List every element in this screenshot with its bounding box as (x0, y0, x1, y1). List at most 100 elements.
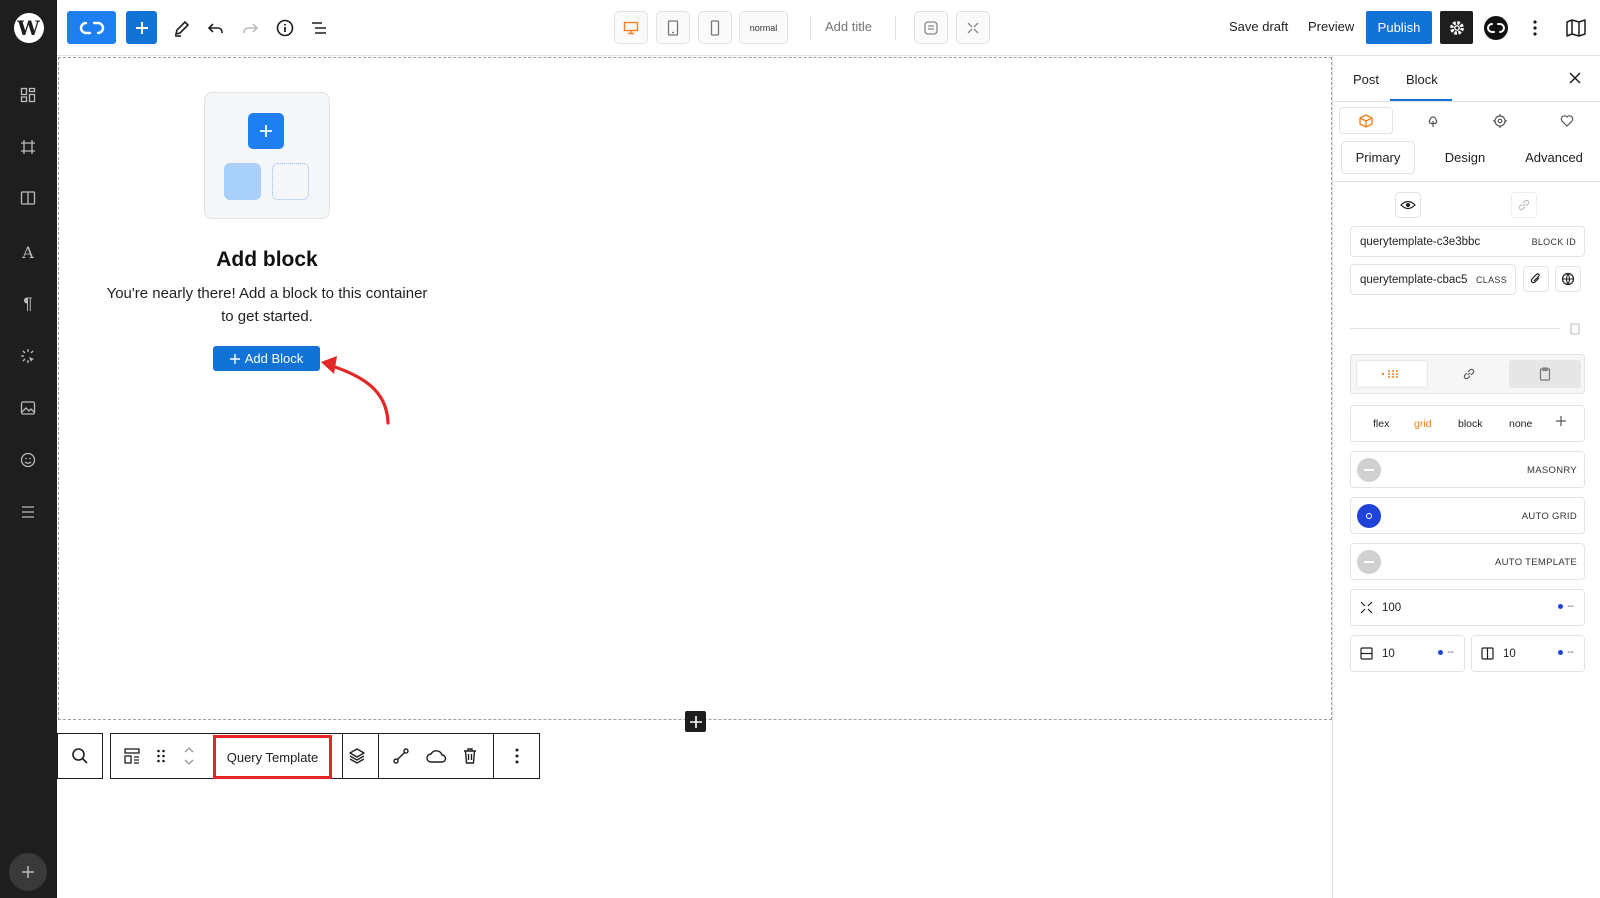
sidebar-item-menu[interactable] (17, 501, 39, 523)
sidebar-item-media[interactable] (17, 397, 39, 419)
row-gap-field[interactable]: 10 -- (1350, 635, 1465, 672)
device-mode-select[interactable]: normal (739, 11, 788, 44)
drag-handle[interactable] (149, 734, 173, 778)
brain-icon (1428, 115, 1438, 127)
redo-button[interactable] (238, 16, 262, 40)
target-icon (1493, 113, 1507, 128)
display-option-grid[interactable]: grid (1414, 418, 1432, 430)
preview-button[interactable]: Preview (1308, 19, 1354, 34)
save-draft-button[interactable]: Save draft (1229, 19, 1288, 34)
block-inserter-button[interactable] (126, 11, 157, 44)
unit-dot-icon (1438, 650, 1444, 655)
publish-button[interactable]: Publish (1366, 11, 1432, 44)
placeholder-description: You're nearly there! Add a block to this… (95, 282, 439, 328)
move-up-down-buttons[interactable] (177, 734, 201, 778)
typography-icon[interactable]: A (17, 241, 39, 263)
display-option-block[interactable]: block (1458, 418, 1483, 430)
unit-selector[interactable]: -- (1438, 647, 1454, 658)
collapse-icon (967, 22, 979, 33)
paragraph-icon[interactable]: ¶ (17, 293, 39, 315)
editor-screen: W normal Add title Save draft Preview Pu… (0, 0, 1600, 898)
block-id-tag: BLOCK ID (1527, 236, 1576, 247)
query-layout-icon (124, 748, 140, 764)
cloud-save-button[interactable] (422, 734, 450, 778)
sidebar-item-frame[interactable] (17, 136, 39, 158)
class-field[interactable]: querytemplate-cbac5 CLASS (1350, 264, 1516, 295)
global-class-button[interactable] (1555, 266, 1581, 292)
tablet-preview-button[interactable] (656, 11, 690, 44)
sidebar-item-interactions[interactable] (17, 345, 39, 367)
block-options-button[interactable] (503, 734, 531, 778)
close-panel-button[interactable] (1569, 68, 1581, 89)
desktop-preview-button[interactable] (614, 11, 648, 44)
tools-button[interactable] (170, 16, 194, 40)
details-button[interactable] (273, 16, 297, 40)
attach-class-button[interactable] (1523, 266, 1549, 292)
tab-interactions[interactable] (1473, 107, 1527, 134)
delete-block-button[interactable] (456, 734, 484, 778)
options-menu-button[interactable] (1523, 16, 1547, 40)
layout-mode-grid[interactable] (1356, 360, 1428, 388)
tab-block-settings[interactable] (1339, 107, 1393, 134)
link-toggle[interactable] (1511, 192, 1537, 218)
tab-advanced[interactable]: Advanced (1511, 141, 1597, 174)
tab-post[interactable]: Post (1353, 72, 1379, 87)
layout-option-masonry[interactable]: MASONRY (1350, 451, 1585, 488)
desktop-icon (623, 21, 639, 34)
append-block-button[interactable] (685, 711, 706, 732)
add-display-option-button[interactable] (1555, 415, 1567, 430)
template-button[interactable] (914, 11, 948, 44)
mobile-preview-button[interactable] (698, 11, 732, 44)
sidebar-item-emoji[interactable] (17, 449, 39, 471)
block-id-field[interactable]: querytemplate-c3e3bbc BLOCK ID (1350, 226, 1585, 257)
cloud-icon (426, 750, 447, 763)
display-option-flex[interactable]: flex (1373, 418, 1389, 430)
display-option-none[interactable]: none (1509, 418, 1532, 430)
tab-primary[interactable]: Primary (1341, 141, 1415, 174)
column-gap-field[interactable]: 10 -- (1471, 635, 1585, 672)
layout-mode-clipboard[interactable] (1509, 360, 1581, 388)
radio-off-icon (1357, 458, 1381, 482)
list-view-button[interactable] (307, 16, 331, 40)
layout-option-auto-template[interactable]: AUTO TEMPLATE (1350, 543, 1585, 580)
wordpress-logo-button[interactable]: W (0, 0, 57, 56)
layout-mode-link[interactable] (1433, 360, 1505, 388)
placeholder-desc-line: You're nearly there! Add a block to this… (106, 285, 428, 302)
unit-selector[interactable]: -- (1558, 647, 1574, 658)
tab-design[interactable]: Design (1425, 141, 1505, 174)
brand-menu-button[interactable] (67, 11, 116, 44)
template-icon (924, 20, 938, 35)
toolbar-separator (493, 734, 494, 778)
tab-block[interactable]: Block (1406, 72, 1438, 87)
plugin-menu-button[interactable] (1482, 14, 1510, 42)
map-button[interactable] (1563, 16, 1589, 40)
add-title-field[interactable]: Add title (825, 19, 872, 34)
sidebar-item-layout[interactable] (17, 84, 39, 106)
more-vertical-icon (1533, 20, 1537, 36)
filled-tile-icon (224, 163, 261, 200)
unit-dot-icon (1558, 650, 1564, 655)
block-search-button[interactable] (57, 733, 103, 779)
add-block-button[interactable]: Add Block (213, 346, 320, 371)
chain-link-icon (1463, 368, 1475, 380)
layers-button[interactable] (343, 734, 371, 778)
undo-button[interactable] (204, 16, 228, 40)
clipboard-icon[interactable] (1570, 322, 1580, 340)
add-block-label: Add Block (244, 351, 304, 366)
sidebar-item-columns[interactable] (17, 187, 39, 209)
tab-conditions[interactable] (1406, 107, 1460, 134)
unit-selector[interactable]: -- (1558, 601, 1574, 612)
block-name-label[interactable]: Query Template (213, 735, 332, 779)
link-style-button[interactable] (387, 734, 415, 778)
pencil-icon (174, 20, 190, 37)
min-column-width-field[interactable]: 100 -- (1350, 589, 1585, 626)
infinity-circle-icon (1484, 16, 1508, 40)
settings-button[interactable] (1440, 11, 1473, 44)
block-type-button[interactable] (117, 734, 147, 778)
sidebar-add-button[interactable] (9, 853, 47, 891)
layout-option-auto-grid[interactable]: AUTO GRID (1350, 497, 1585, 534)
collapse-button[interactable] (956, 11, 990, 44)
visibility-toggle[interactable] (1395, 192, 1421, 218)
close-icon (1569, 72, 1581, 84)
tab-favorites[interactable] (1540, 107, 1594, 134)
